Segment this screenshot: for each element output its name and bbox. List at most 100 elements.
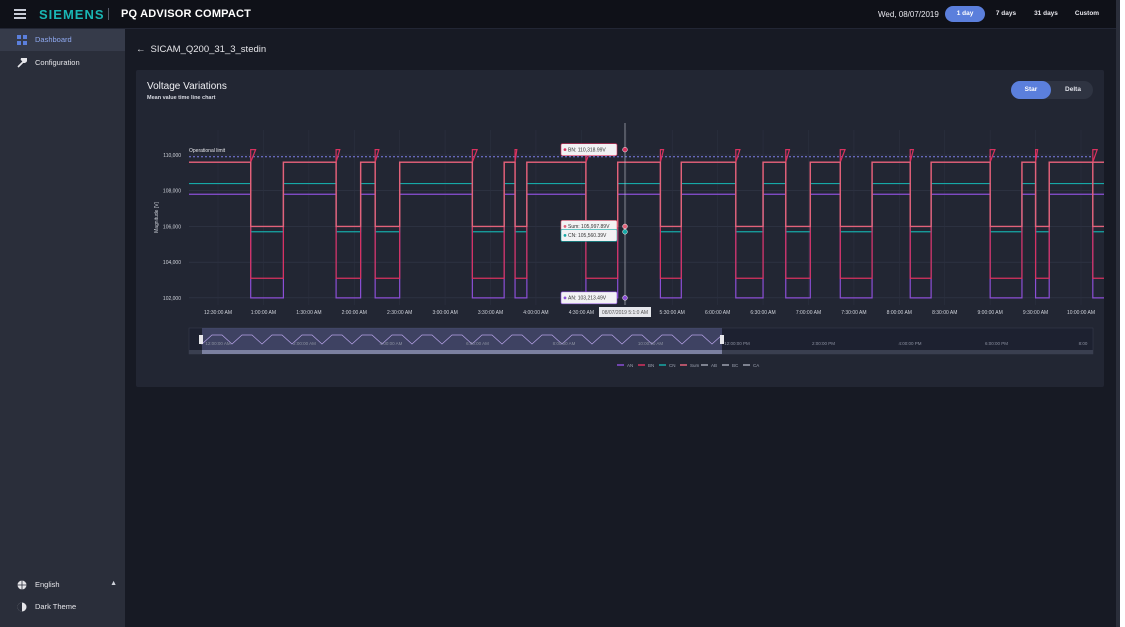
range-1-day-button[interactable]: 1 day [945,6,985,22]
arrow-left-icon: ← [136,44,146,55]
series-AN-line [189,193,1104,299]
dashboard-icon [17,35,27,45]
tooltip-point [622,295,628,301]
x-tick-label: 6:30:00 AM [750,310,775,316]
x-tick-label: 9:30:00 AM [1023,310,1048,316]
legend-label: CN [669,363,676,368]
toggle-delta[interactable]: Delta [1053,81,1093,99]
navigator-tick-label: 12:00:00 AM [205,341,231,346]
y-tick-label: 106,000 [163,224,181,230]
legend-item-CA: CA [743,363,759,368]
back-link[interactable]: ← SICAM_Q200_31_3_stedin [136,44,266,55]
tooltip-swatch [563,148,567,152]
navigator-tick-label: 8:00:00 AM [553,341,576,346]
legend-label: CA [753,363,759,368]
brand-separator [108,8,109,20]
x-tick-label: 8:30:00 AM [932,310,957,316]
x-tick-label: 2:30:00 AM [387,310,412,316]
range-31-days-button[interactable]: 31 days [1027,6,1065,22]
y-tick-label: 110,000 [163,153,181,159]
x-tick-label: 9:00:00 AM [978,310,1003,316]
tooltip-text: BN: 110,318.99V [568,147,606,153]
sidebar-item-label: Configuration [35,58,80,67]
navigator-tick-label: 2:00:00 PM [812,341,835,346]
x-tick-label: 8:00:00 AM [887,310,912,316]
navigator-tick-label: 8:00 [1079,341,1088,346]
navigator-tick-label: 12:00:00 PM [724,341,750,346]
x-tick-label: 5:30:00 AM [660,310,685,316]
tooltip-swatch [563,225,567,228]
x-tick-label: 2:00:00 AM [342,310,367,316]
toggle-star[interactable]: Star [1011,81,1051,99]
top-bar: SIEMENS PQ ADVISOR COMPACT Wed, 08/07/20… [0,0,1120,29]
sidebar-item-dashboard[interactable]: Dashboard [0,29,125,51]
x-tick-label: 7:30:00 AM [841,310,866,316]
x-tick-label: 4:30:00 AM [569,310,594,316]
x-tick-label: 6:00:00 AM [705,310,730,316]
app-title: PQ ADVISOR COMPACT [121,8,252,20]
star-delta-toggle: Star Delta [1011,81,1093,99]
navigator-tick-label: 4:00:00 PM [898,341,921,346]
legend-item-Sum: Sum [680,363,700,368]
legend-label: BN [648,363,654,368]
device-name: SICAM_Q200_31_3_stedin [150,44,267,55]
sidebar-item-configuration[interactable]: Configuration [0,52,125,74]
tooltip-swatch [563,233,567,237]
current-date: Wed, 08/07/2019 [878,10,939,19]
x-tick-label: 7:00:00 AM [796,310,821,316]
legend-label: AB [711,363,717,368]
navigator-scrollbar-thumb [202,350,722,354]
range-custom-button[interactable]: Custom [1068,6,1106,22]
x-tick-label: 12:30:00 AM [204,310,232,316]
range-7-days-button[interactable]: 7 days [988,6,1024,22]
x-tick-label: 1:30:00 AM [296,310,321,316]
globe-icon [17,580,27,590]
card-subtitle: Mean value time line chart [147,95,216,101]
y-tick-label: 108,000 [163,189,181,195]
menu-icon[interactable] [14,9,26,19]
page-scrollbar[interactable] [1116,0,1120,627]
theme-label: Dark Theme [35,602,77,611]
voltage-chart[interactable]: 110,000 108,000 106,000 104,000 102,000 12:30… [136,118,1104,380]
tooltip-text: AN: 103,213.49V [568,296,607,302]
x-tick-label: 1:00:00 AM [251,310,276,316]
theme-toggle[interactable]: Dark Theme [0,596,125,618]
tooltip-BN: BN: 110,318.99V [560,143,628,156]
tooltip-point [622,223,628,230]
legend-item-CN: CN [659,363,676,368]
tooltip-text: CN: 105,560.39V [568,233,607,239]
navigator-tick-label: 10:00:00 AM [638,341,664,346]
card-title: Voltage Variations [147,81,227,92]
navigator-tick-label: 2:00:00 AM [293,341,316,346]
language-selector[interactable]: English ▲ [0,574,125,596]
tooltip-swatch [563,296,567,300]
legend-label: Sum [690,363,700,368]
tooltip-point [622,146,628,153]
series-BN-line [189,149,1104,279]
chevron-up-icon: ▲ [110,580,117,587]
navigator-tick-label: 6:00:00 PM [985,341,1008,346]
x-tick-label: 3:30:00 AM [478,310,503,316]
y-tick-label: 104,000 [163,260,181,266]
legend-item-BN: BN [638,363,654,368]
x-tick-label: 3:00:00 AM [432,310,457,316]
sidebar: Dashboard Configuration English ▲ Dark T… [0,29,125,627]
language-label: English [35,580,60,589]
navigator-tick-label: 4:00:00 AM [380,341,403,346]
contrast-icon [17,602,27,612]
brand-logo: SIEMENS [39,7,105,22]
crosshair-x-label: 08/07/2019 5:1:0 AM [602,310,648,316]
y-axis-label: Magnitude [V] [154,201,160,232]
navigator-tick-label: 6:00:00 AM [466,341,489,346]
legend-label: AN [627,363,633,368]
app-window: SIEMENS PQ ADVISOR COMPACT Wed, 08/07/20… [0,0,1120,627]
legend-item-AN: AN [617,363,633,368]
x-tick-label: 10:00:00 AM [1067,310,1095,316]
tooltip-point [622,229,628,235]
legend-label: BC [732,363,739,368]
operational-limit-label: Operational limit [189,148,226,154]
wrench-icon [17,58,27,68]
sidebar-item-label: Dashboard [35,35,72,44]
legend-item-AB: AB [701,363,717,368]
navigator-handle-left [199,335,203,344]
